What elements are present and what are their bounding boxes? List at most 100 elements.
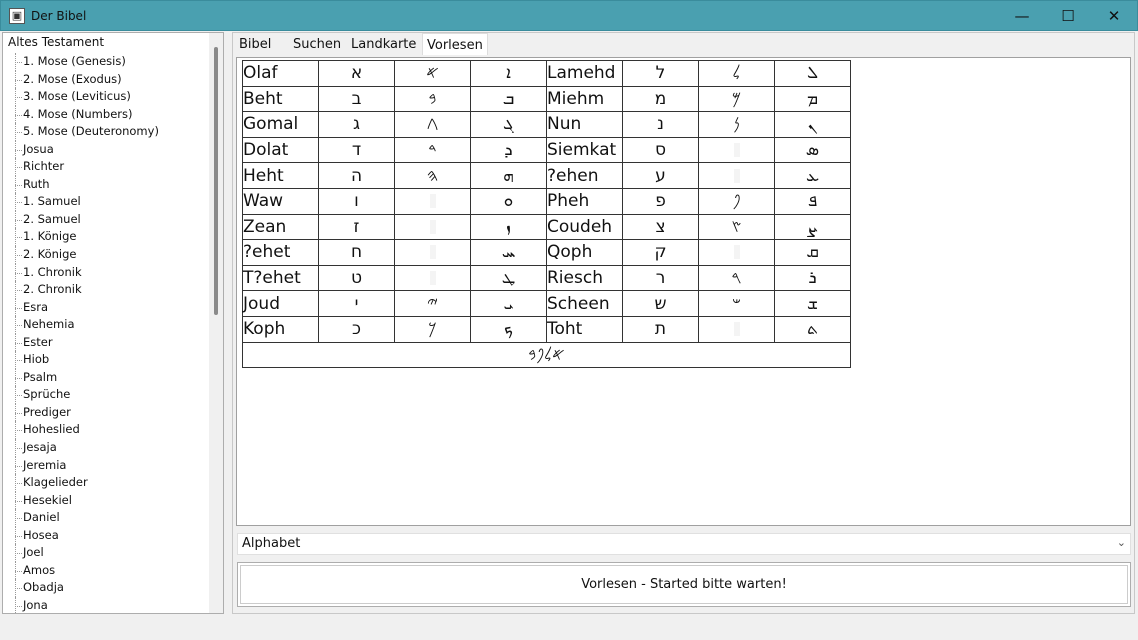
tree-item[interactable]: Ruth bbox=[3, 175, 208, 194]
tree-item[interactable]: Joel bbox=[3, 544, 208, 562]
tree-scrollbar[interactable] bbox=[209, 33, 223, 613]
tree-item[interactable]: Jesaja bbox=[3, 439, 208, 457]
syriac-letter: ܩ bbox=[774, 239, 851, 266]
paleo-letter: 𐤑 bbox=[698, 213, 775, 241]
paleo-letter: 𐤍 bbox=[698, 111, 775, 138]
paleo-letter: 𐤃 bbox=[394, 136, 471, 164]
hebrew-letter: י bbox=[318, 290, 395, 317]
empty-glyph bbox=[733, 245, 740, 260]
tree-item[interactable]: 4. Mose (Numbers) bbox=[3, 105, 208, 124]
syriac-letter: ܗ bbox=[470, 162, 547, 189]
hebrew-letter: ר bbox=[622, 264, 699, 292]
tree-item[interactable]: 2. Mose (Exodus) bbox=[3, 70, 208, 89]
tree-item[interactable]: Nehemia bbox=[3, 316, 208, 334]
hebrew-letter: ת bbox=[622, 315, 699, 343]
letter-name: Koph bbox=[242, 315, 319, 343]
table-row: Beht ב 𐤁 ܒ Miehm מ 𐤌 ܡ bbox=[242, 85, 851, 113]
paleo-letter: 𐤋 bbox=[698, 60, 775, 87]
letter-name: Lamehd bbox=[546, 60, 623, 87]
book-tree[interactable]: Altes Testament 1. Mose (Genesis) 2. Mose… bbox=[2, 32, 224, 614]
tree-item[interactable]: 5. Mose (Deuteronomy) bbox=[3, 123, 208, 141]
tree-item[interactable]: 2. Könige bbox=[3, 246, 208, 264]
table-row: ?ehet ח ܚ Qoph ק ܩ bbox=[242, 239, 851, 266]
letter-name: Heht bbox=[242, 162, 319, 189]
paleo-letter bbox=[394, 239, 471, 266]
app-icon: ▣ bbox=[9, 8, 25, 24]
tree-item[interactable]: 1. Chronik bbox=[3, 263, 208, 282]
table-row: Gomal ג 𐤂 ܓ Nun נ 𐤍 ܢ bbox=[242, 111, 851, 138]
hebrew-letter: ס bbox=[622, 136, 699, 164]
tab-suchen[interactable]: Suchen bbox=[289, 35, 345, 55]
tree-item[interactable]: Hiob bbox=[3, 351, 208, 369]
tree-item[interactable]: Hoheslied bbox=[3, 421, 208, 439]
status-box: Vorlesen - Started bitte warten! bbox=[237, 562, 1131, 607]
tree-item[interactable]: Jona bbox=[3, 596, 208, 613]
syriac-letter: ܥ bbox=[774, 162, 851, 189]
hebrew-letter: ח bbox=[318, 239, 395, 266]
syriac-letter: ܝ bbox=[470, 290, 547, 317]
tree-item[interactable]: Prediger bbox=[3, 403, 208, 422]
hebrew-letter: צ bbox=[622, 213, 699, 241]
tab-bibel[interactable]: Bibel bbox=[235, 35, 275, 55]
tab-vorlesen[interactable]: Vorlesen bbox=[422, 33, 488, 55]
tree-item[interactable]: 1. Könige bbox=[3, 228, 208, 246]
syriac-letter: ܫ bbox=[774, 290, 851, 317]
tree-item[interactable]: 2. Samuel bbox=[3, 210, 208, 229]
table-row: Koph כ 𐤊 ܟ Toht ת ܬ bbox=[242, 315, 851, 343]
tree-item[interactable]: 1. Samuel bbox=[3, 193, 208, 211]
tree-item[interactable]: Hesekiel bbox=[3, 491, 208, 510]
tree-scroll-thumb[interactable] bbox=[214, 47, 218, 315]
hebrew-letter: כ bbox=[318, 315, 395, 343]
tree-item[interactable]: Richter bbox=[3, 158, 208, 176]
hebrew-letter: ט bbox=[318, 264, 395, 292]
tree-item[interactable]: Psalm bbox=[3, 368, 208, 387]
tree-item[interactable]: Hosea bbox=[3, 526, 208, 545]
letter-name: ?ehen bbox=[546, 162, 623, 189]
tab-landkarte[interactable]: Landkarte bbox=[347, 35, 420, 55]
tree-item[interactable]: 1. Mose (Genesis) bbox=[3, 53, 208, 71]
hebrew-letter: ב bbox=[318, 85, 395, 113]
table-row: Dolat ד 𐤃 ܕ Siemkat ס ܣ bbox=[242, 136, 851, 164]
table-row: Waw ו ܘ Pheh פ 𐤐 ܦ bbox=[242, 187, 851, 215]
hebrew-letter: ג bbox=[318, 111, 395, 138]
hebrew-letter: ז bbox=[318, 213, 395, 241]
mode-select[interactable]: Alphabet ⌄ bbox=[237, 533, 1131, 555]
tree-root[interactable]: Altes Testament bbox=[8, 35, 104, 49]
tree-item[interactable]: Daniel bbox=[3, 509, 208, 527]
tree-item[interactable]: 3. Mose (Leviticus) bbox=[3, 88, 208, 106]
tree-item[interactable]: Klagelieder bbox=[3, 474, 208, 492]
empty-glyph bbox=[733, 143, 740, 158]
paleo-letter: 𐤉 bbox=[394, 290, 471, 317]
empty-glyph bbox=[733, 168, 740, 183]
syriac-letter: ܒ bbox=[470, 85, 547, 113]
syriac-letter: ܣ bbox=[774, 136, 851, 164]
syriac-letter: ܨ bbox=[774, 213, 851, 241]
tree-item[interactable]: Obadja bbox=[3, 579, 208, 597]
tree-item[interactable]: 2. Chronik bbox=[3, 281, 208, 299]
minimize-button[interactable]: — bbox=[999, 1, 1045, 32]
table-row: Heht ה 𐤄 ܗ ?ehen ע ܥ bbox=[242, 162, 851, 189]
letter-name: Toht bbox=[546, 315, 623, 343]
close-button[interactable]: ✕ bbox=[1091, 1, 1137, 32]
hebrew-letter: ה bbox=[318, 162, 395, 189]
hebrew-letter: ש bbox=[622, 290, 699, 317]
syriac-letter: ܢ bbox=[774, 111, 851, 138]
empty-glyph bbox=[429, 219, 436, 234]
chevron-down-icon[interactable]: ⌄ bbox=[1117, 536, 1126, 549]
empty-glyph bbox=[733, 322, 740, 337]
tree-item[interactable]: Esra bbox=[3, 298, 208, 317]
maximize-button[interactable]: ☐ bbox=[1045, 1, 1091, 32]
tree-item[interactable]: Ester bbox=[3, 333, 208, 352]
hebrew-letter: ד bbox=[318, 136, 395, 164]
hebrew-letter: א bbox=[318, 60, 395, 87]
paleo-letter: 𐤔 bbox=[698, 290, 775, 317]
tree-item[interactable]: Amos bbox=[3, 561, 208, 580]
title-bar: ▣ Der Bibel — ☐ ✕ bbox=[0, 0, 1138, 31]
tree-item[interactable]: Josua bbox=[3, 140, 208, 159]
tree-item[interactable]: Jeremia bbox=[3, 456, 208, 475]
syriac-letter: ܟ bbox=[470, 315, 547, 343]
tree-item[interactable]: Sprüche bbox=[3, 386, 208, 404]
paleo-letter: 𐤊 bbox=[394, 315, 471, 343]
paleo-letter bbox=[394, 213, 471, 241]
table-footer-row: 𐤀𐤋𐤐𐤁 bbox=[242, 341, 851, 369]
